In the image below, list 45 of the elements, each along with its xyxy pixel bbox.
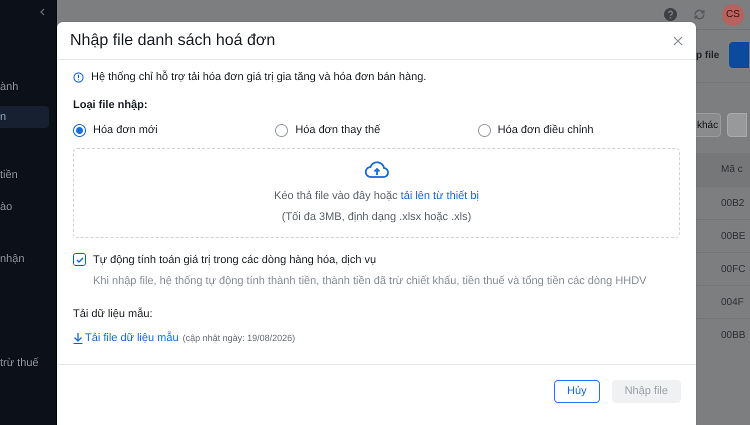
avatar[interactable]: CS (722, 4, 744, 26)
toolbar-button[interactable] (727, 113, 748, 137)
column-header: Mã c (721, 163, 744, 177)
dropzone-text: Kéo thả file vào đây hoặc tải lên từ thiết bị (274, 189, 479, 204)
dropzone[interactable]: Kéo thả file vào đây hoặc tải lên từ thiết bị (Tối đa 3MB, định dạng .xlsx hoặc .xls) (73, 148, 680, 238)
table-cell-text: 00B2 (721, 196, 746, 210)
download-icon[interactable] (73, 332, 83, 344)
info-icon (73, 72, 84, 83)
refresh-icon[interactable] (693, 8, 706, 21)
cloud-upload-icon (364, 160, 388, 180)
update-date: (cập nhật ngày: 19/08/2026) (182, 332, 296, 345)
sidebar-item[interactable]: n (0, 106, 49, 128)
file-type-radio[interactable]: Hóa đơn mới (73, 122, 276, 138)
table-cell-text: 00FC (721, 262, 746, 276)
sidebar-item[interactable]: tiền (0, 164, 49, 186)
checkbox-label: Tự động tính toán giá trị trong các dòng hàng hóa, dịch vụ (93, 252, 376, 268)
filter-button[interactable]: khác (694, 113, 722, 137)
upload-link[interactable]: tải lên từ thiết bị (400, 190, 479, 202)
info-text: Hệ thống chỉ hỗ trợ tải hóa đơn giá trị gia tăng và hóa đơn bán hàng. (91, 70, 426, 85)
sample-label: Tải dữ liệu mẫu: (73, 306, 154, 322)
dialog-title: Nhập file danh sách hoá đơn (70, 30, 276, 50)
import-file-button[interactable]: p file (694, 42, 720, 68)
file-type-label: Loại file nhập: (73, 98, 149, 112)
table-cell-text: 004F (721, 296, 745, 310)
radio-icon[interactable] (73, 124, 86, 137)
dropzone-hint: (Tối đa 3MB, định dạng .xlsx hoặc .xls) (282, 210, 472, 224)
close-icon[interactable] (673, 36, 683, 46)
sidebar-item[interactable]: nhận (0, 248, 49, 270)
check-icon (76, 256, 84, 264)
checkbox-description: Khi nhập file, hệ thống tự động tính thành tiền, thành tiền đã trừ chiết khấu, tiền thuế và tổng tiền các dòng HHDV (93, 274, 648, 289)
help-icon[interactable] (664, 8, 677, 21)
table-cell-text: 00BE (721, 230, 746, 244)
chevron-left-icon[interactable] (40, 8, 45, 16)
sidebar-item[interactable]: ào (0, 196, 49, 218)
cancel-button[interactable]: Hủy (554, 380, 600, 402)
primary-button[interactable] (729, 42, 750, 68)
checkbox[interactable] (73, 253, 86, 266)
file-type-radio[interactable]: Hóa đơn thay thế (275, 122, 478, 138)
table-cell-text: 00BB (721, 328, 746, 342)
sidebar-item[interactable]: ành (0, 76, 49, 98)
sidebar-item[interactable]: trừ thuế (0, 352, 49, 374)
sample-download-link[interactable]: Tải file dữ liệu mẫu (85, 330, 179, 346)
file-type-radio[interactable]: Hóa đơn điều chỉnh (478, 122, 680, 138)
radio-icon[interactable] (478, 124, 491, 137)
radio-icon[interactable] (275, 124, 288, 137)
